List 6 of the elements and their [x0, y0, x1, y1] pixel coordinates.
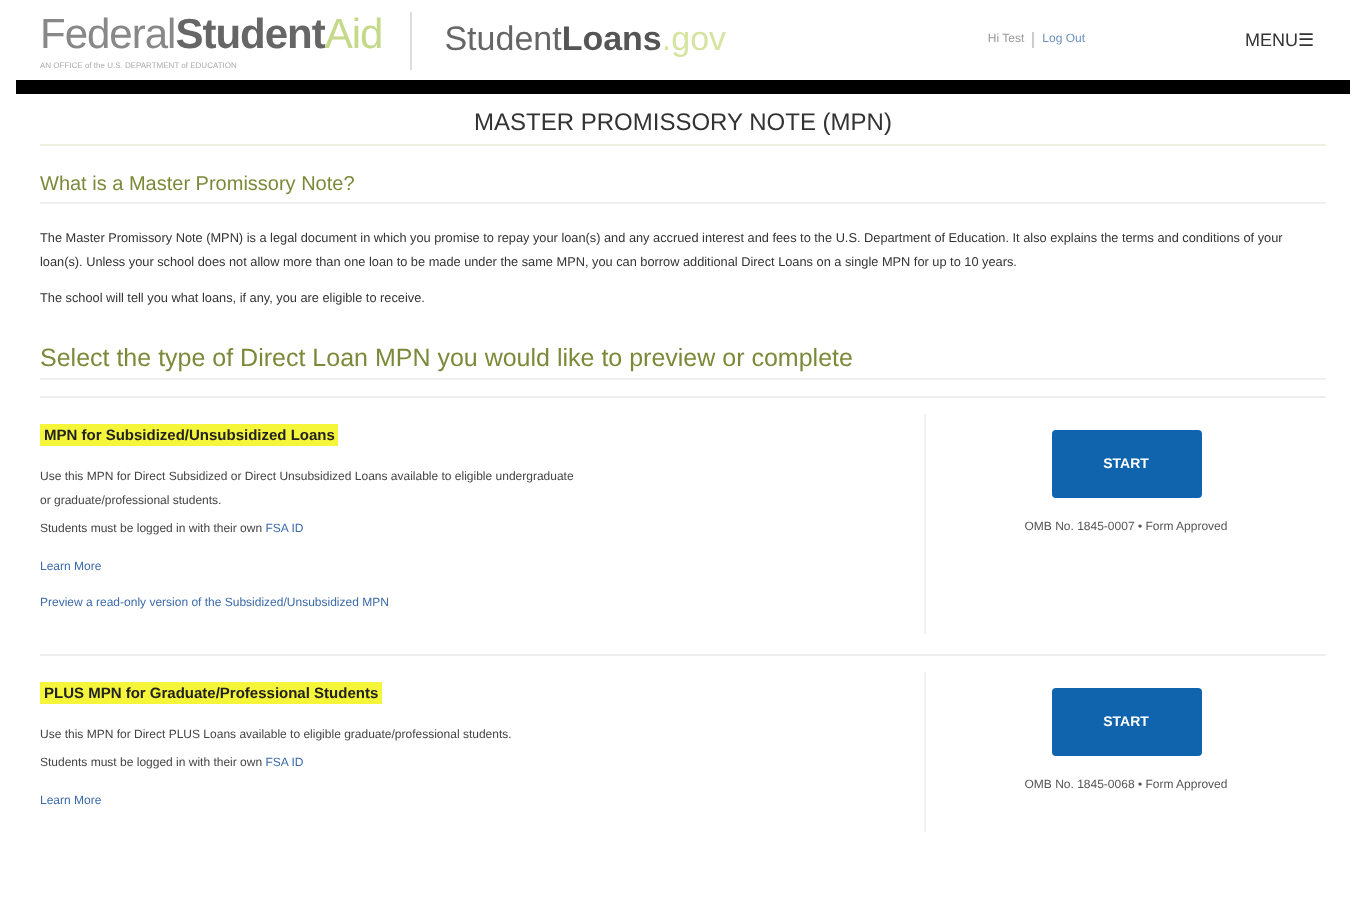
page-title: MASTER PROMISSORY NOTE (MPN) — [40, 94, 1326, 146]
site-logo[interactable]: StudentLoans.gov — [444, 20, 727, 60]
section-heading: What is a Master Promissory Note? — [40, 174, 1326, 204]
menu-button[interactable]: MENU☰ — [1245, 30, 1314, 50]
section-heading: Select the type of Direct Loan MPN you would like to preview or complete — [40, 344, 1326, 380]
logo[interactable]: FederalStudentAid — [40, 11, 383, 59]
